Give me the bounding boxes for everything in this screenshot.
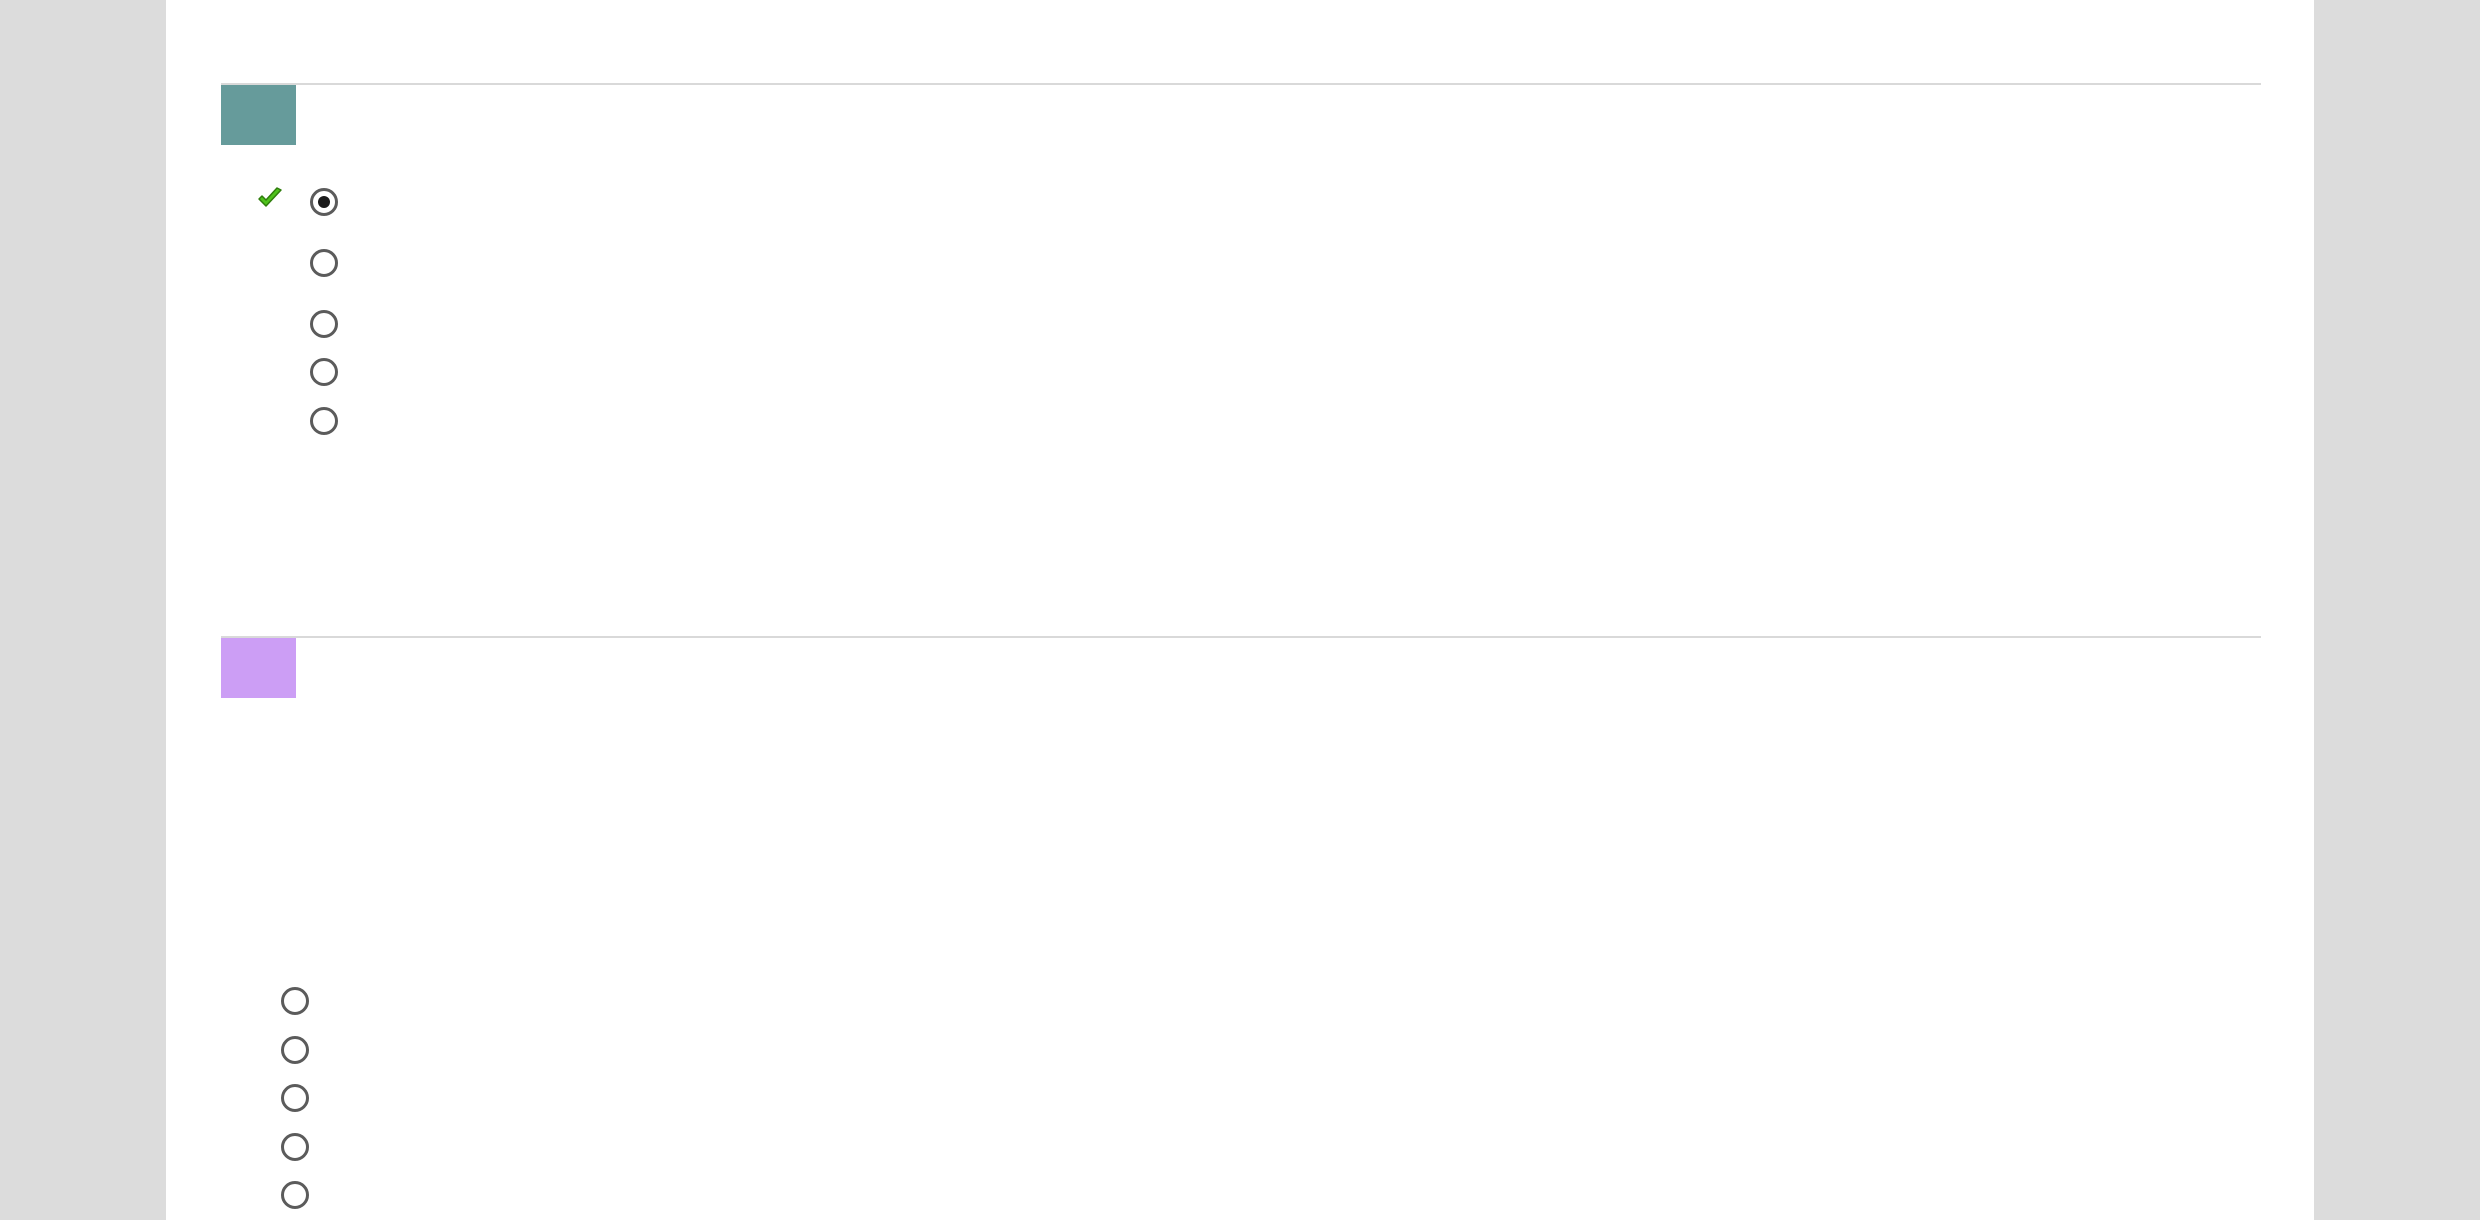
radio-button-selected[interactable] bbox=[310, 188, 338, 216]
answer-option-2[interactable] bbox=[310, 245, 354, 281]
radio-button[interactable] bbox=[310, 249, 338, 277]
radio-button[interactable] bbox=[310, 407, 338, 435]
question-block-1 bbox=[221, 83, 2261, 583]
question-number-tab bbox=[221, 85, 296, 145]
answer-option-1[interactable] bbox=[281, 983, 325, 1019]
radio-button[interactable] bbox=[281, 987, 309, 1015]
question-sheet bbox=[166, 0, 2314, 1220]
answer-option-4[interactable] bbox=[310, 354, 354, 390]
question-number-tab bbox=[221, 638, 296, 698]
radio-button[interactable] bbox=[281, 1181, 309, 1209]
answer-option-5[interactable] bbox=[281, 1177, 325, 1213]
radio-button[interactable] bbox=[310, 358, 338, 386]
radio-button[interactable] bbox=[281, 1133, 309, 1161]
question-divider bbox=[221, 636, 2261, 638]
question-block-2 bbox=[221, 636, 2261, 1220]
answer-option-4[interactable] bbox=[281, 1129, 325, 1165]
answer-option-1[interactable] bbox=[310, 184, 354, 220]
radio-button[interactable] bbox=[310, 310, 338, 338]
question-divider bbox=[221, 83, 2261, 85]
answer-option-5[interactable] bbox=[310, 403, 354, 439]
radio-button[interactable] bbox=[281, 1084, 309, 1112]
radio-button[interactable] bbox=[281, 1036, 309, 1064]
answer-option-3[interactable] bbox=[310, 306, 354, 342]
answer-option-3[interactable] bbox=[281, 1080, 325, 1116]
answer-option-2[interactable] bbox=[281, 1032, 325, 1068]
green-check-icon bbox=[258, 187, 282, 207]
